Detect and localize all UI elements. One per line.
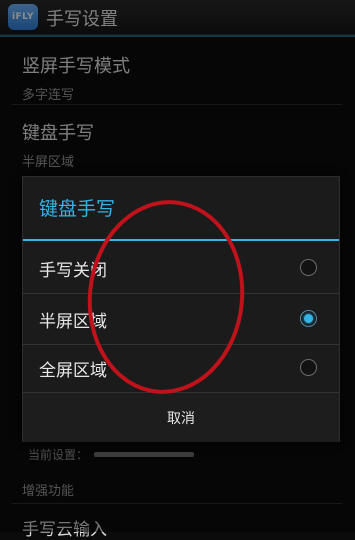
- option-half-screen[interactable]: 半屏区域: [23, 294, 339, 344]
- dialog-title: 键盘手写: [39, 198, 116, 220]
- option-full-screen[interactable]: 全屏区域: [23, 343, 339, 393]
- option-label: 半屏区域: [39, 311, 107, 332]
- radio-button[interactable]: [300, 259, 317, 276]
- option-handwriting-off[interactable]: 手写关闭: [23, 243, 339, 293]
- keyboard-handwriting-dialog: 键盘手写 手写关闭 半屏区域 全屏区域 取消: [22, 176, 340, 442]
- dialog-title-divider: [23, 239, 339, 241]
- option-label: 手写关闭: [39, 260, 107, 281]
- cancel-button[interactable]: 取消: [23, 392, 339, 442]
- option-label: 全屏区域: [39, 360, 107, 381]
- radio-button[interactable]: [300, 359, 317, 376]
- radio-button-selected[interactable]: [300, 310, 317, 327]
